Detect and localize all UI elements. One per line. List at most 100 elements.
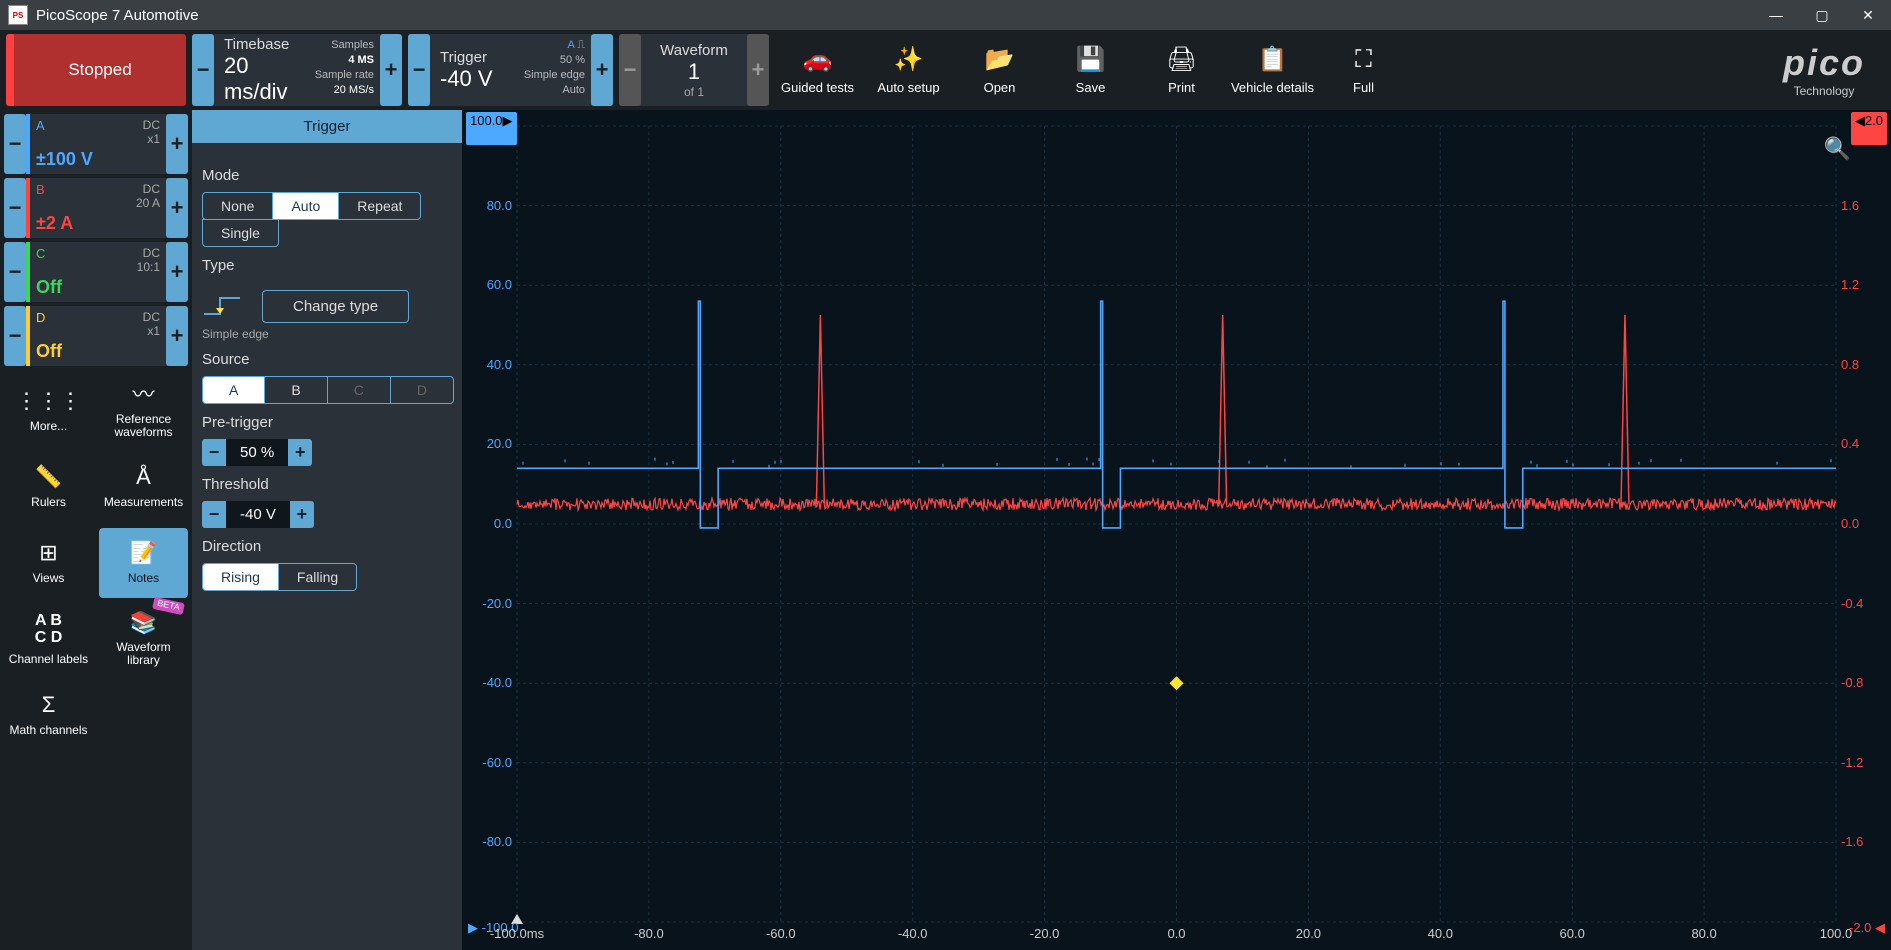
x-tick: 80.0 bbox=[1674, 926, 1734, 941]
simple-edge-icon bbox=[202, 292, 242, 322]
brand-logo: picoTechnology bbox=[1783, 34, 1885, 106]
pretrigger-value[interactable]: 50 % bbox=[226, 439, 288, 466]
waveform-next-button[interactable]: + bbox=[747, 34, 769, 106]
channel-a-settings[interactable]: ADCx1 ±100 V bbox=[26, 114, 166, 174]
direction-label: Direction bbox=[202, 538, 452, 555]
threshold-minus[interactable]: − bbox=[202, 501, 226, 528]
threshold-plus[interactable]: + bbox=[290, 501, 314, 528]
threshold-label: Threshold bbox=[202, 476, 452, 493]
timebase-panel: − Timebase 20 ms/div Samples4 MS Sample … bbox=[192, 34, 402, 106]
waveform-display[interactable]: Waveform 1 of 1 bbox=[641, 34, 747, 106]
waveform-library-button[interactable]: BETA📚Waveform library bbox=[99, 604, 188, 674]
threshold-value[interactable]: -40 V bbox=[226, 501, 290, 528]
reference-waveforms-button[interactable]: 〰Reference waveforms bbox=[99, 376, 188, 446]
direction-rising[interactable]: Rising bbox=[203, 564, 279, 590]
trigger-minus-button[interactable]: − bbox=[408, 34, 430, 106]
axis-a-top: 100.0▶V bbox=[466, 112, 517, 145]
x-tick: 0.0 bbox=[1147, 926, 1207, 941]
change-type-button[interactable]: Change type bbox=[262, 290, 409, 323]
x-tick: -40.0 bbox=[883, 926, 943, 941]
open-button[interactable]: 📂Open bbox=[957, 34, 1042, 106]
timebase-minus-button[interactable]: − bbox=[192, 34, 214, 106]
auto-setup-button[interactable]: ✨Auto setup bbox=[866, 34, 951, 106]
y-right-tick: 0.0 bbox=[1841, 516, 1885, 531]
pretrigger-label: Pre-trigger bbox=[202, 414, 452, 431]
threshold-spinner: − -40 V + bbox=[202, 501, 314, 528]
y-right-tick: 0.4 bbox=[1841, 436, 1885, 451]
y-right-tick: -1.6 bbox=[1841, 834, 1885, 849]
source-b[interactable]: B bbox=[265, 377, 327, 403]
minimize-button[interactable]: ― bbox=[1753, 0, 1799, 30]
x-tick: 100.0 bbox=[1806, 926, 1866, 941]
y-left-tick: -40.0 bbox=[468, 675, 512, 690]
mode-auto[interactable]: Auto bbox=[273, 193, 339, 219]
run-stop-button[interactable]: Stopped bbox=[6, 34, 186, 106]
y-left-tick: 0.0 bbox=[468, 516, 512, 531]
channel-a-minus[interactable]: − bbox=[4, 114, 26, 174]
channel-c-plus[interactable]: + bbox=[166, 242, 188, 302]
mode-single[interactable]: Single bbox=[203, 220, 278, 246]
views-button[interactable]: ⊞Views bbox=[4, 528, 93, 598]
source-d[interactable]: D bbox=[391, 377, 453, 403]
y-right-tick: 0.8 bbox=[1841, 357, 1885, 372]
channel-a: − ADCx1 ±100 V + bbox=[4, 114, 188, 174]
trigger-display[interactable]: Trigger -40 V bbox=[430, 34, 524, 106]
full-button[interactable]: ⛶Full bbox=[1321, 34, 1406, 106]
pretrigger-minus[interactable]: − bbox=[202, 439, 226, 466]
pretrigger-spinner: − 50 % + bbox=[202, 439, 312, 466]
dots-icon: ⋮⋮⋮ bbox=[16, 389, 82, 413]
type-name: Simple edge bbox=[202, 327, 452, 341]
mode-repeat[interactable]: Repeat bbox=[339, 193, 420, 219]
channel-b-settings[interactable]: BDC20 A ±2 A bbox=[26, 178, 166, 238]
measurements-button[interactable]: ÅMeasurements bbox=[99, 452, 188, 522]
mode-none[interactable]: None bbox=[203, 193, 273, 219]
maximize-button[interactable]: ▢ bbox=[1799, 0, 1845, 30]
titlebar: PS PicoScope 7 Automotive ― ▢ ✕ bbox=[0, 0, 1891, 30]
math-channels-button[interactable]: ΣMath channels bbox=[4, 680, 93, 750]
channel-b-minus[interactable]: − bbox=[4, 178, 26, 238]
waveform-panel: − Waveform 1 of 1 + bbox=[619, 34, 769, 106]
direction-falling[interactable]: Falling bbox=[279, 564, 356, 590]
waveform-icon: 〰 bbox=[132, 383, 154, 407]
scope-canvas bbox=[462, 110, 1891, 950]
pretrigger-plus[interactable]: + bbox=[288, 439, 312, 466]
print-button[interactable]: 🖨Print bbox=[1139, 34, 1224, 106]
trigger-panel: − Trigger -40 V A ⎍ 50 % Simple edge Aut… bbox=[408, 34, 613, 106]
trigger-settings-panel: Trigger Mode None Auto Repeat Single Typ… bbox=[192, 110, 462, 950]
save-icon: 💾 bbox=[1076, 45, 1106, 74]
app-logo-icon: PS bbox=[8, 5, 28, 25]
source-c[interactable]: C bbox=[328, 377, 391, 403]
guided-tests-button[interactable]: 🚗Guided tests bbox=[775, 34, 860, 106]
channel-labels-button[interactable]: A BC DChannel labels bbox=[4, 604, 93, 674]
notes-button[interactable]: 📝Notes bbox=[99, 528, 188, 598]
trigger-plus-button[interactable]: + bbox=[591, 34, 613, 106]
scope-display[interactable]: 100.0▶V ◀2.0A 🔍 80.060.040.020.00.0-20.0… bbox=[462, 110, 1891, 950]
ruler-icon: 📏 bbox=[35, 465, 62, 489]
channel-c-settings[interactable]: CDC10:1 Off bbox=[26, 242, 166, 302]
channel-b-plus[interactable]: + bbox=[166, 178, 188, 238]
channel-c: − CDC10:1 Off + bbox=[4, 242, 188, 302]
channel-d-minus[interactable]: − bbox=[4, 306, 26, 366]
save-button[interactable]: 💾Save bbox=[1048, 34, 1133, 106]
left-sidebar: − ADCx1 ±100 V + − BDC20 A ±2 A + − CDC1… bbox=[0, 110, 192, 950]
vehicle-details-button[interactable]: 📋Vehicle details bbox=[1230, 34, 1315, 106]
timebase-plus-button[interactable]: + bbox=[380, 34, 402, 106]
clipboard-icon: 📋 bbox=[1258, 45, 1288, 74]
channel-c-minus[interactable]: − bbox=[4, 242, 26, 302]
y-left-tick: -80.0 bbox=[468, 834, 512, 849]
waveform-prev-button[interactable]: − bbox=[619, 34, 641, 106]
y-left-tick: 80.0 bbox=[468, 198, 512, 213]
car-icon: 🚗 bbox=[803, 45, 833, 74]
source-a[interactable]: A bbox=[203, 377, 265, 403]
timebase-display[interactable]: Timebase 20 ms/div bbox=[214, 34, 315, 106]
grid-icon: ⊞ bbox=[39, 541, 57, 565]
axis-b-top: ◀2.0A bbox=[1851, 112, 1887, 145]
rulers-button[interactable]: 📏Rulers bbox=[4, 452, 93, 522]
more-button[interactable]: ⋮⋮⋮More... bbox=[4, 376, 93, 446]
channel-d-plus[interactable]: + bbox=[166, 306, 188, 366]
fullscreen-icon: ⛶ bbox=[1355, 46, 1372, 74]
channel-d-settings[interactable]: DDCx1 Off bbox=[26, 306, 166, 366]
channel-a-plus[interactable]: + bbox=[166, 114, 188, 174]
zoom-in-button[interactable]: 🔍 bbox=[1824, 136, 1851, 162]
close-button[interactable]: ✕ bbox=[1845, 0, 1891, 30]
